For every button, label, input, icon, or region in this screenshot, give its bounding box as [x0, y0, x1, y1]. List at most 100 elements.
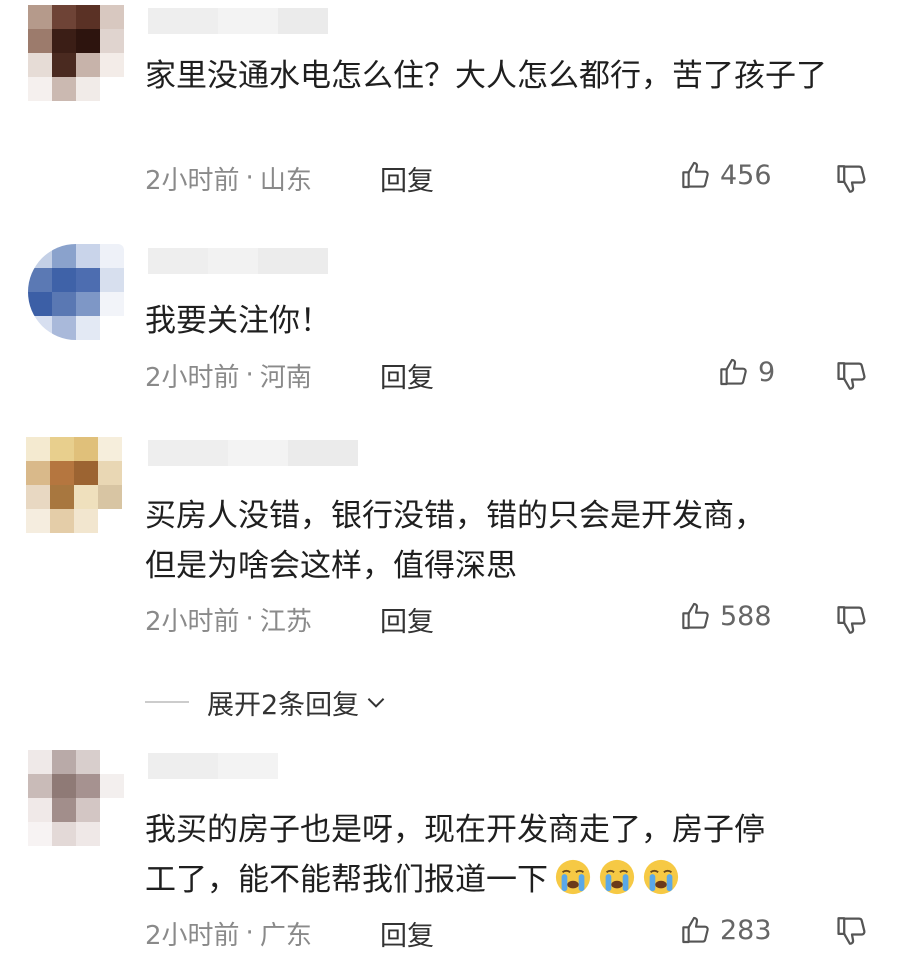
like-count: 283: [720, 914, 772, 946]
comment-text: 买房人没错，银行没错，错的只会是开发商， 但是为啥会这样，值得深思: [145, 498, 765, 584]
avatar-pixel: [100, 292, 124, 316]
avatar-pixel: [28, 798, 52, 822]
avatar-pixel: [50, 509, 74, 533]
avatar-pixel: [76, 268, 100, 292]
avatar[interactable]: [28, 5, 124, 101]
avatar-pixel: [52, 822, 76, 846]
avatar-pixel: [28, 316, 52, 340]
reply-button[interactable]: 回复: [380, 600, 434, 639]
like-button[interactable]: 588: [680, 600, 772, 632]
thumbs-up-icon: [682, 916, 709, 944]
avatar-pixel: [28, 292, 52, 316]
avatar-pixel: [52, 268, 76, 292]
avatar-pixel: [52, 750, 76, 774]
crying-face-icon: [555, 859, 591, 895]
avatar-pixel: [28, 5, 52, 29]
thumbs-down-icon[interactable]: [835, 914, 869, 948]
avatar-pixel: [26, 437, 50, 461]
thumbs-down-icon[interactable]: [835, 162, 869, 196]
thumbs-down-icon[interactable]: [835, 603, 869, 637]
thumbs-down-icon[interactable]: [835, 359, 869, 393]
reply-button[interactable]: 回复: [380, 914, 434, 953]
comment-text: 我买的房子也是呀，现在开发商走了，房子停 工了，能不能帮我们报道一下: [145, 805, 865, 905]
avatar-pixel: [28, 774, 52, 798]
username-blurred[interactable]: [148, 753, 278, 779]
avatar[interactable]: [28, 244, 124, 340]
avatar-pixel: [76, 774, 100, 798]
avatar-pixel: [100, 5, 124, 29]
avatar-pixel: [76, 244, 100, 268]
comment-meta: 2小时前 · 河南: [145, 355, 312, 395]
avatar-pixel: [28, 822, 52, 846]
crying-face-icon: [599, 859, 635, 895]
avatar-pixel: [74, 461, 98, 485]
avatar-pixel: [74, 437, 98, 461]
username-blurred[interactable]: [148, 440, 358, 466]
avatar-pixel: [26, 485, 50, 509]
avatar-pixel: [76, 5, 100, 29]
username-blurred[interactable]: [148, 8, 328, 34]
avatar-pixel: [76, 53, 100, 77]
avatar[interactable]: [28, 750, 124, 846]
username-blurred[interactable]: [148, 248, 328, 274]
comment-text: 家里没通水电怎么住？大人怎么都行，苦了孩子了: [145, 58, 827, 94]
avatar-pixel: [52, 77, 76, 101]
avatar-pixel: [100, 798, 124, 822]
avatar-pixel: [76, 750, 100, 774]
comment-time: 2小时前: [145, 165, 240, 196]
comment-meta: 2小时前 · 广东: [145, 913, 312, 953]
avatar-pixel: [76, 798, 100, 822]
avatar-pixel: [76, 316, 100, 340]
comment-location: 河南: [259, 362, 312, 393]
comment-meta: 2小时前 · 江苏: [145, 599, 312, 639]
like-button[interactable]: 283: [680, 914, 772, 946]
comment-time: 2小时前: [145, 920, 240, 951]
expand-divider: [145, 701, 189, 703]
reply-button[interactable]: 回复: [380, 356, 434, 395]
avatar-pixel: [52, 774, 76, 798]
avatar-pixel: [100, 29, 124, 53]
avatar-pixel: [52, 798, 76, 822]
meta-separator: ·: [245, 163, 254, 193]
avatar-pixel: [76, 292, 100, 316]
avatar[interactable]: [26, 437, 122, 533]
thumbs-up-icon: [682, 161, 709, 189]
avatar-pixel: [100, 268, 124, 292]
avatar-pixel: [100, 774, 124, 798]
like-button[interactable]: 9: [718, 356, 775, 388]
avatar-pixel: [50, 485, 74, 509]
comment-meta: 2小时前 · 山东: [145, 158, 312, 198]
avatar-pixel: [28, 244, 52, 268]
avatar-pixel: [76, 29, 100, 53]
thumbs-up-icon: [682, 602, 709, 630]
like-count: 588: [720, 600, 772, 632]
avatar-pixel: [28, 268, 52, 292]
emoji-group: [548, 859, 680, 898]
comment-time: 2小时前: [145, 362, 240, 393]
avatar-pixel: [52, 292, 76, 316]
meta-separator: ·: [245, 360, 254, 390]
like-count: 9: [758, 356, 776, 388]
avatar-pixel: [100, 77, 124, 101]
avatar-pixel: [98, 485, 122, 509]
reply-button[interactable]: 回复: [380, 159, 434, 198]
avatar-pixel: [52, 316, 76, 340]
avatar-pixel: [26, 509, 50, 533]
avatar-pixel: [28, 750, 52, 774]
like-button[interactable]: 456: [680, 159, 772, 191]
comment-location: 江苏: [259, 606, 312, 637]
avatar-pixel: [74, 485, 98, 509]
avatar-pixel: [100, 750, 124, 774]
expand-replies-label: 展开2条回复: [207, 689, 360, 721]
thumbs-up-icon: [720, 358, 747, 386]
comment-location: 广东: [259, 920, 312, 951]
like-count: 456: [720, 159, 772, 191]
expand-replies-button[interactable]: 展开2条回复: [145, 682, 389, 722]
avatar-pixel: [50, 461, 74, 485]
avatar-pixel: [76, 77, 100, 101]
comment-text: 我要关注你！: [145, 303, 331, 339]
avatar-pixel: [28, 77, 52, 101]
meta-separator: ·: [245, 918, 254, 948]
avatar-pixel: [28, 29, 52, 53]
chevron-down-icon: [367, 698, 385, 708]
